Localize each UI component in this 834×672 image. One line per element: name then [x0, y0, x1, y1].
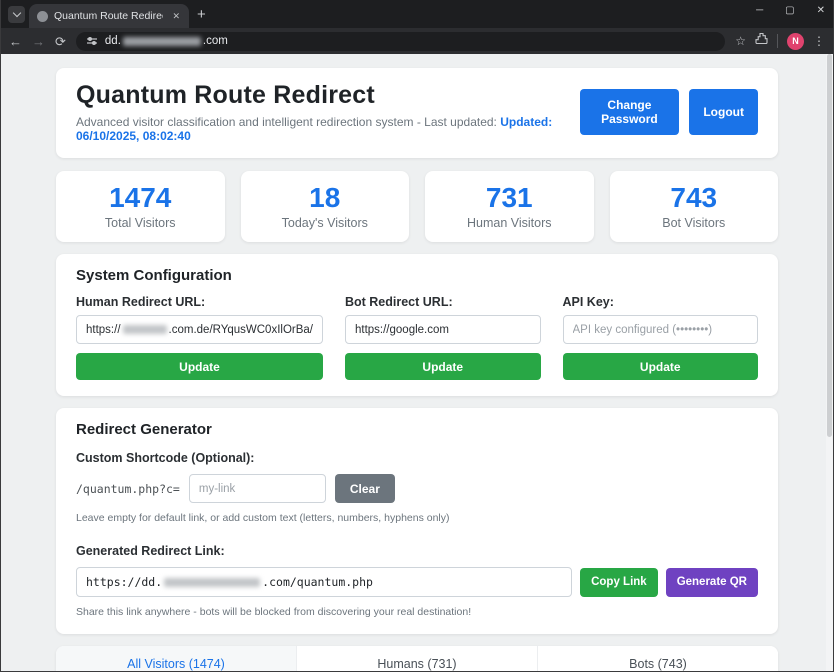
tab-strip: Quantum Route Redirect - Adm ✕ + ─ ▢ ✕	[1, 0, 833, 28]
stat-card-human: 731 Human Visitors	[425, 171, 594, 242]
page-scrollbar[interactable]	[826, 54, 833, 671]
shortcode-hint: Leave empty for default link, or add cus…	[76, 512, 758, 524]
scrollbar-thumb[interactable]	[827, 54, 832, 437]
tab-bots[interactable]: Bots (743)	[538, 646, 778, 671]
section-title: System Configuration	[76, 267, 758, 284]
redacted-blur	[123, 325, 167, 334]
stat-label: Bot Visitors	[618, 216, 771, 230]
human-redirect-input[interactable]: https:// .com.de/RYqusWC0xIlOrBa/	[76, 315, 323, 344]
shortcode-prefix: /quantum.php?c=	[76, 482, 180, 496]
tab-close-icon[interactable]: ✕	[169, 9, 183, 24]
reload-icon[interactable]: ⟳	[55, 35, 66, 48]
update-api-key-button[interactable]: Update	[563, 353, 759, 380]
browser-tab[interactable]: Quantum Route Redirect - Adm ✕	[29, 4, 189, 28]
tab-search-button[interactable]	[8, 6, 25, 23]
stat-label: Today's Visitors	[249, 216, 402, 230]
window-close-button[interactable]: ✕	[817, 4, 825, 18]
stat-card-total: 1474 Total Visitors	[56, 171, 225, 242]
redacted-blur	[164, 578, 260, 587]
tab-humans[interactable]: Humans (731)	[297, 646, 538, 671]
generated-link-input[interactable]: https://dd. .com/quantum.php	[76, 567, 572, 597]
redirect-generator-card: Redirect Generator Custom Shortcode (Opt…	[56, 408, 778, 634]
tab-title: Quantum Route Redirect - Adm	[54, 10, 163, 22]
extensions-icon[interactable]	[755, 32, 768, 50]
stat-card-bot: 743 Bot Visitors	[610, 171, 779, 242]
menu-kebab-icon[interactable]: ⋮	[813, 34, 825, 48]
forward-icon[interactable]: →	[32, 35, 45, 48]
app-header-card: Quantum Route Redirect Advanced visitor …	[56, 68, 778, 158]
stat-label: Human Visitors	[433, 216, 586, 230]
system-configuration-card: System Configuration Human Redirect URL:…	[56, 254, 778, 396]
chevron-down-icon	[12, 9, 20, 17]
api-key-label: API Key:	[563, 295, 759, 309]
stat-value: 731	[433, 182, 586, 214]
back-icon[interactable]: ←	[9, 35, 22, 48]
window-maximize-button[interactable]: ▢	[785, 4, 794, 18]
bookmark-star-icon[interactable]: ☆	[735, 34, 746, 48]
browser-window: Quantum Route Redirect - Adm ✕ + ─ ▢ ✕ ←…	[0, 0, 834, 672]
tab-all-visitors[interactable]: All Visitors (1474)	[56, 646, 297, 671]
share-hint: Share this link anywhere - bots will be …	[76, 606, 758, 618]
address-bar[interactable]: dd. .com	[76, 32, 725, 51]
stat-label: Total Visitors	[64, 216, 217, 230]
stats-row: 1474 Total Visitors 18 Today's Visitors …	[56, 171, 778, 242]
update-bot-url-button[interactable]: Update	[345, 353, 541, 380]
stat-value: 18	[249, 182, 402, 214]
generate-qr-button[interactable]: Generate QR	[666, 568, 758, 597]
url-redacted-blur	[123, 37, 201, 46]
clear-button[interactable]: Clear	[335, 474, 395, 503]
bot-redirect-input[interactable]	[345, 315, 541, 344]
shortcode-label: Custom Shortcode (Optional):	[76, 451, 758, 465]
stat-card-today: 18 Today's Visitors	[241, 171, 410, 242]
visitors-card: All Visitors (1474) Humans (731) Bots (7…	[56, 646, 778, 671]
browser-toolbar: ← → ⟳ dd. .com ☆ N ⋮	[1, 28, 833, 54]
site-settings-icon[interactable]	[86, 35, 98, 47]
stat-value: 1474	[64, 182, 217, 214]
visitor-tabs: All Visitors (1474) Humans (731) Bots (7…	[56, 646, 778, 671]
page-title: Quantum Route Redirect	[76, 81, 580, 110]
change-password-button[interactable]: Change Password	[580, 89, 680, 135]
generated-link-label: Generated Redirect Link:	[76, 544, 758, 558]
favicon-icon	[37, 11, 48, 22]
update-human-url-button[interactable]: Update	[76, 353, 323, 380]
new-tab-button[interactable]: +	[197, 7, 206, 22]
page-content: Quantum Route Redirect Advanced visitor …	[1, 54, 833, 671]
stat-value: 743	[618, 182, 771, 214]
api-key-input[interactable]	[563, 315, 759, 344]
human-redirect-label: Human Redirect URL:	[76, 295, 323, 309]
bot-redirect-label: Bot Redirect URL:	[345, 295, 541, 309]
logout-button[interactable]: Logout	[689, 89, 758, 135]
url-text: dd. .com	[105, 35, 228, 47]
toolbar-divider	[777, 34, 778, 48]
section-title: Redirect Generator	[76, 421, 758, 438]
page-subtitle: Advanced visitor classification and inte…	[76, 115, 580, 143]
window-minimize-button[interactable]: ─	[756, 4, 763, 18]
copy-link-button[interactable]: Copy Link	[580, 568, 658, 597]
shortcode-input[interactable]	[189, 474, 326, 503]
profile-avatar[interactable]: N	[787, 33, 804, 50]
